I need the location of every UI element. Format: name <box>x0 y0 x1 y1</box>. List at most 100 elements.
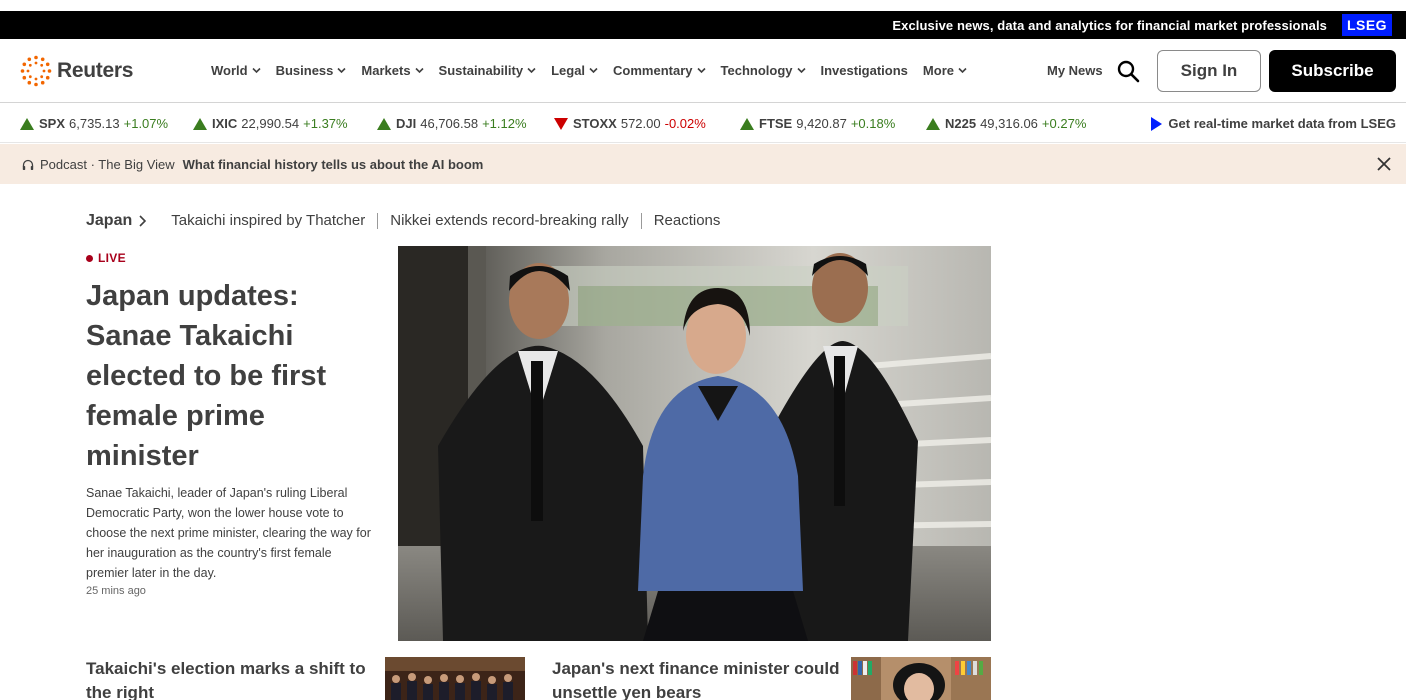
podcast-label: Podcast · The Big View <box>40 157 175 172</box>
nav-item-label: Legal <box>551 63 586 78</box>
topic-link[interactable]: Nikkei extends record-breaking rally <box>377 213 640 229</box>
ticker-value: 572.00 <box>620 116 661 131</box>
triangle-down-icon <box>554 117 568 130</box>
play-icon <box>1151 116 1163 131</box>
nav-item-label: Investigations <box>820 63 908 78</box>
story-headline[interactable]: Japan's next finance minister could unse… <box>552 657 842 700</box>
nav-item-technology[interactable]: Technology <box>721 63 806 78</box>
ticker-value: 6,735.13 <box>69 116 120 131</box>
live-badge: LIVE <box>86 251 126 265</box>
story-headline[interactable]: Takaichi's election marks a shift to the… <box>86 657 376 700</box>
site-header: Reuters World Business Markets Sustainabili… <box>0 39 1406 103</box>
market-ticker: Get real-time market data from LSEG SPX 6… <box>0 104 1406 143</box>
ticker-symbol: N225 <box>945 116 977 131</box>
chevron-down-icon <box>696 67 706 74</box>
topic-link[interactable]: Takaichi inspired by Thatcher <box>161 213 377 229</box>
ticker-value: 9,420.87 <box>796 116 847 131</box>
logo-text: Reuters <box>57 59 134 82</box>
live-dot-icon <box>86 254 93 262</box>
nav-item-commentary[interactable]: Commentary <box>613 63 706 78</box>
promo-bar[interactable]: Exclusive news, data and analytics for f… <box>0 11 1406 39</box>
ticker-symbol: SPX <box>39 116 66 131</box>
nav-item-investigations[interactable]: Investigations <box>821 63 908 78</box>
ticker-symbol: STOXX <box>573 116 617 131</box>
ticker-symbol: FTSE <box>759 116 793 131</box>
nav-item-label: Markets <box>361 63 411 78</box>
hero-photo-illustration <box>398 246 991 641</box>
nav-item-more[interactable]: More <box>923 63 967 78</box>
ticker-change: +0.18% <box>850 116 896 131</box>
chevron-down-icon <box>527 67 536 74</box>
nav-item-label: Technology <box>720 63 793 78</box>
ticker-value: 49,316.06 <box>980 116 1038 131</box>
nav-item-label: Sustainability <box>438 63 524 78</box>
ticker-item-spx[interactable]: SPX 6,735.13 +1.07% <box>20 116 168 131</box>
lead-summary: Sanae Takaichi, leader of Japan's ruling… <box>86 486 371 580</box>
chevron-down-icon <box>414 67 424 74</box>
lead-story-image[interactable] <box>398 246 991 641</box>
live-label: LIVE <box>98 251 126 265</box>
top-margin <box>0 0 1406 11</box>
ticker-change: -0.02% <box>664 116 706 131</box>
chevron-right-icon <box>139 215 147 227</box>
topic-bar: Japan Takaichi inspired by Thatcher Nikk… <box>86 212 732 230</box>
topic-japan-link[interactable]: Japan <box>86 212 147 230</box>
triangle-up-icon <box>193 117 207 130</box>
reuters-logo-icon <box>20 55 52 87</box>
ticker-item-stoxx[interactable]: STOXX 572.00 -0.02% <box>554 116 706 131</box>
ticker-change: +1.37% <box>303 116 348 131</box>
chevron-down-icon <box>796 67 806 74</box>
triangle-up-icon <box>377 117 391 130</box>
lseg-market-data-link[interactable]: Get real-time market data from LSEG <box>1151 116 1396 131</box>
ticker-item-dji[interactable]: DJI 46,706.58 +1.12% <box>377 116 527 131</box>
story-thumbnail[interactable] <box>851 657 991 700</box>
close-icon[interactable] <box>1376 156 1392 172</box>
sign-in-button[interactable]: Sign In <box>1157 50 1261 92</box>
triangle-up-icon <box>20 117 34 130</box>
triangle-up-icon <box>926 117 940 130</box>
nav-item-sustainability[interactable]: Sustainability <box>439 63 537 78</box>
ticker-change: +1.07% <box>123 116 169 131</box>
thumbnail-illustration <box>851 657 991 700</box>
ticker-item-ftse[interactable]: FTSE 9,420.87 +0.18% <box>740 116 895 131</box>
promo-text[interactable]: Exclusive news, data and analytics for f… <box>892 18 1327 33</box>
topic-main-label: Japan <box>86 212 133 229</box>
subscribe-button[interactable]: Subscribe <box>1269 50 1396 92</box>
ticker-value: 46,706.58 <box>420 116 479 131</box>
ticker-item-n225[interactable]: N225 49,316.06 +0.27% <box>926 116 1086 131</box>
ticker-value: 22,990.54 <box>241 116 300 131</box>
thumbnail-illustration <box>385 657 525 700</box>
lseg-link-label: Get real-time market data from LSEG <box>1168 116 1396 131</box>
lead-headline[interactable]: Japan updates: Sanae Takaichi elected to… <box>86 276 376 476</box>
chevron-down-icon <box>252 67 261 74</box>
story-thumbnail[interactable] <box>385 657 525 700</box>
search-icon[interactable] <box>1116 59 1140 83</box>
nav-item-label: World <box>211 63 248 78</box>
topic-link[interactable]: Reactions <box>640 213 733 229</box>
main-nav: World Business Markets Sustainability Legal C… <box>211 63 982 78</box>
my-news-link[interactable]: My News <box>1047 63 1103 78</box>
ticker-change: +1.12% <box>482 116 527 131</box>
ticker-change: +0.27% <box>1041 116 1087 131</box>
nav-item-label: More <box>922 63 954 78</box>
triangle-up-icon <box>740 117 754 130</box>
chevron-down-icon <box>589 67 598 74</box>
nav-item-markets[interactable]: Markets <box>361 63 424 78</box>
nav-item-world[interactable]: World <box>211 63 261 78</box>
podcast-banner[interactable]: Podcast · The Big View What financial hi… <box>0 144 1406 184</box>
lead-timestamp: 25 mins ago <box>86 585 146 597</box>
podcast-title[interactable]: What financial history tells us about th… <box>183 157 484 172</box>
nav-item-legal[interactable]: Legal <box>551 63 598 78</box>
lseg-badge[interactable]: LSEG <box>1342 14 1392 36</box>
nav-item-label: Business <box>275 63 334 78</box>
ticker-symbol: DJI <box>396 116 417 131</box>
nav-item-label: Commentary <box>613 63 693 78</box>
chevron-down-icon <box>337 67 346 74</box>
ticker-symbol: IXIC <box>212 116 238 131</box>
reuters-logo[interactable]: Reuters <box>20 54 133 88</box>
nav-item-business[interactable]: Business <box>276 63 347 78</box>
ticker-item-ixic[interactable]: IXIC 22,990.54 +1.37% <box>193 116 348 131</box>
podcast-content[interactable]: Podcast · The Big View What financial hi… <box>22 157 483 172</box>
headphones-icon <box>22 159 34 170</box>
chevron-down-icon <box>958 67 967 74</box>
